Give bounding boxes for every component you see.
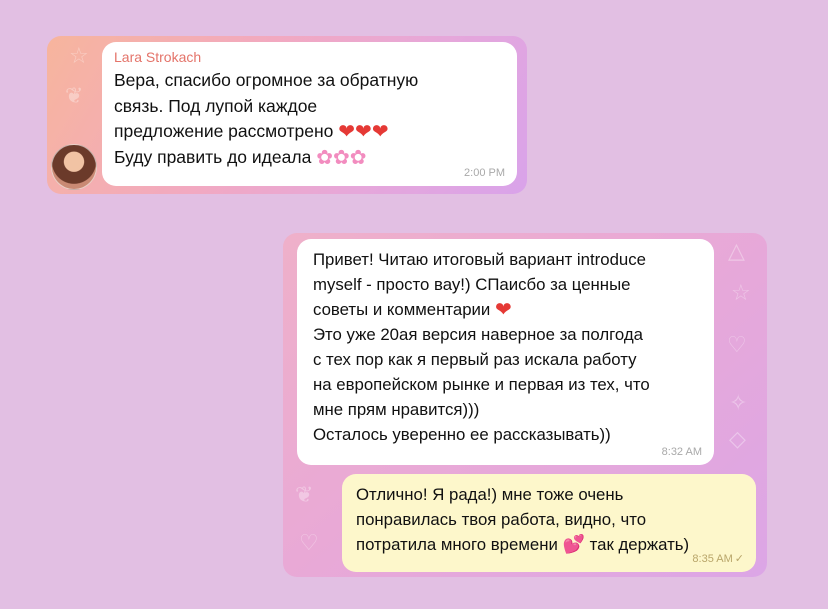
flower-emoji-icon: ✿✿✿ xyxy=(316,144,367,169)
heart-emoji-icon: ❤❤❤ xyxy=(338,119,389,143)
message-text-line: Отлично! Я рада!) мне тоже очень xyxy=(356,485,624,504)
avatar[interactable] xyxy=(51,144,97,190)
doodle-leaf: ❦ xyxy=(295,483,314,508)
message-text: советы и комментарии xyxy=(313,300,491,319)
message-text-line: потратила много времени 💕 так держать) xyxy=(356,532,742,557)
message-text-line: с тех пор как я первый раз искала работу xyxy=(313,350,637,369)
message-timestamp: 2:00 PM xyxy=(464,167,505,179)
doodle-heart: ♡ xyxy=(299,531,319,556)
message-text: предложение рассмотрено xyxy=(114,121,334,141)
message-text: так держать) xyxy=(589,535,690,554)
message-bubble-outgoing-reply[interactable]: Отлично! Я рада!) мне тоже очень понрави… xyxy=(342,474,756,572)
message-text-line: Осталось уверенно ее рассказывать)) xyxy=(313,425,611,444)
message-text-line: myself - просто вау!) СПаисбо за ценные xyxy=(313,275,631,294)
doodle-star: ☆ xyxy=(731,281,751,306)
message-timestamp: 8:32 AM xyxy=(661,446,702,458)
message-text-line: Привет! Читаю итоговый вариант introduce xyxy=(313,250,646,269)
doodle-star: ☆ xyxy=(69,44,89,69)
chat-panel-incoming: @ ♡ ◇ ❦ ☆ Lara Strokach Вера, спасибо ог… xyxy=(47,36,527,194)
message-bubble-outgoing[interactable]: Привет! Читаю итоговый вариант introduce… xyxy=(297,239,714,465)
message-text-line: мне прям нравится))) xyxy=(313,400,480,419)
heart-emoji-icon: ❤ xyxy=(494,297,512,321)
message-text-line: советы и комментарии ❤ xyxy=(313,297,700,322)
message-text-line: предложение рассмотрено ❤❤❤ xyxy=(114,119,505,145)
message-text-line: понравилась твоя работа, видно, что xyxy=(356,510,647,529)
message-text-line: Это уже 20ая версия наверное за полгода xyxy=(313,325,643,344)
doodle-heart: ♡ xyxy=(727,333,747,358)
timestamp-text: 8:35 AM xyxy=(692,553,733,565)
two-hearts-emoji-icon: 💕 xyxy=(562,534,585,555)
doodle-leaf: ❦ xyxy=(65,84,84,109)
message-text-line: Буду править до идеала ✿✿✿ xyxy=(114,145,505,171)
check-icon: ✓ xyxy=(734,553,744,565)
message-text: Буду править до идеала xyxy=(114,146,312,167)
message-text-line: Вера, спасибо огромное за обратную xyxy=(114,70,419,90)
message-text: потратила много времени xyxy=(356,535,558,554)
sender-name[interactable]: Lara Strokach xyxy=(114,48,505,66)
message-bubble-incoming[interactable]: Lara Strokach Вера, спасибо огромное за … xyxy=(102,42,517,186)
doodle-diamond: ◇ xyxy=(729,427,746,452)
message-timestamp: 8:35 AM ✓ xyxy=(692,553,744,566)
doodle-star: ✧ xyxy=(729,391,748,416)
chat-panel-conversation: △ ☆ ♡ ✧ ◇ ❦ ♡ Привет! Читаю итоговый вар… xyxy=(283,233,767,577)
message-text-line: связь. Под лупой каждое xyxy=(114,95,318,116)
message-text-line: на европейском рынке и первая из тех, чт… xyxy=(313,375,650,394)
doodle-triangle: △ xyxy=(728,239,745,264)
